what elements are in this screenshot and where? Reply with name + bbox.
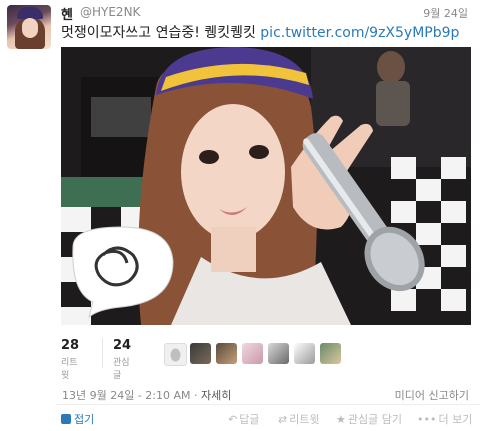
favoriter-avatar[interactable] <box>268 343 289 364</box>
display-name[interactable]: 혠 <box>61 4 73 23</box>
reply-label: 답글 <box>239 413 260 426</box>
details-link[interactable]: 자세히 <box>201 389 231 402</box>
favoriter-avatar[interactable] <box>294 343 315 364</box>
tweet-body: 멋쟁이모자쓰고 연습중! 퀭킷퀭킷 <box>61 25 256 41</box>
tweet-date[interactable]: 9월 24일 <box>423 5 468 21</box>
tweet-photo[interactable] <box>61 47 471 325</box>
favorite-stat[interactable]: 24 관심글 <box>113 338 131 381</box>
retweet-count-label: 리트윗 <box>61 358 78 381</box>
retweet-icon: ⇄ <box>278 413 288 426</box>
reply-arrow-icon: ↶ <box>228 413 238 426</box>
more-label: 더 보기 <box>438 413 473 426</box>
collapse-button[interactable]: 접기 <box>61 411 94 427</box>
collapse-icon <box>61 414 71 424</box>
user-handle[interactable]: @HYE2NK <box>80 5 140 19</box>
tweet-card: 혠 @HYE2NK 9월 24일 멋쟁이모자쓰고 연습중! 퀭킷퀭킷 pic.t… <box>0 0 480 431</box>
avatar[interactable] <box>7 5 51 49</box>
favoriter-avatar[interactable] <box>320 343 341 364</box>
more-dots-icon: ••• <box>417 413 437 426</box>
reply-button[interactable]: ↶ 답글 <box>228 411 259 427</box>
meta-separator: · <box>194 389 198 402</box>
favoriter-avatar[interactable] <box>242 343 263 364</box>
more-button[interactable]: ••• 더 보기 <box>417 411 472 427</box>
tweet-text: 멋쟁이모자쓰고 연습중! 퀭킷퀭킷 pic.twitter.com/9zX5yM… <box>61 22 459 42</box>
favoriter-avatar[interactable] <box>190 343 211 364</box>
favoriter-avatar[interactable] <box>164 343 187 366</box>
stats-divider <box>102 338 103 368</box>
actions-divider <box>56 404 480 405</box>
collapse-label: 접기 <box>74 413 95 426</box>
retweet-label: 리트윗 <box>289 413 320 426</box>
retweet-count: 28 <box>61 338 80 353</box>
tweet-timestamp[interactable]: 13년 9월 24일 - 2:10 AM <box>62 389 191 402</box>
favorite-label: 관심글 담기 <box>347 413 402 426</box>
favorite-count-label: 관심글 <box>113 358 130 381</box>
tweet-media-link[interactable]: pic.twitter.com/9zX5yMPb9p <box>260 25 459 41</box>
star-icon: ★ <box>336 413 346 426</box>
favorite-count: 24 <box>113 338 132 353</box>
favorite-button[interactable]: ★ 관심글 담기 <box>336 411 402 427</box>
tweet-meta: 13년 9월 24일 - 2:10 AM · 자세히 <box>62 387 231 403</box>
tweet-actions: 접기 ↶ 답글 ⇄ 리트윗 ★ 관심글 담기 ••• 더 보기 <box>0 411 480 427</box>
retweet-stat[interactable]: 28 리트윗 <box>61 338 79 381</box>
report-media-link[interactable]: 미디어 신고하기 <box>395 387 469 403</box>
favoriter-avatar[interactable] <box>216 343 237 364</box>
retweet-button[interactable]: ⇄ 리트윗 <box>278 411 320 427</box>
